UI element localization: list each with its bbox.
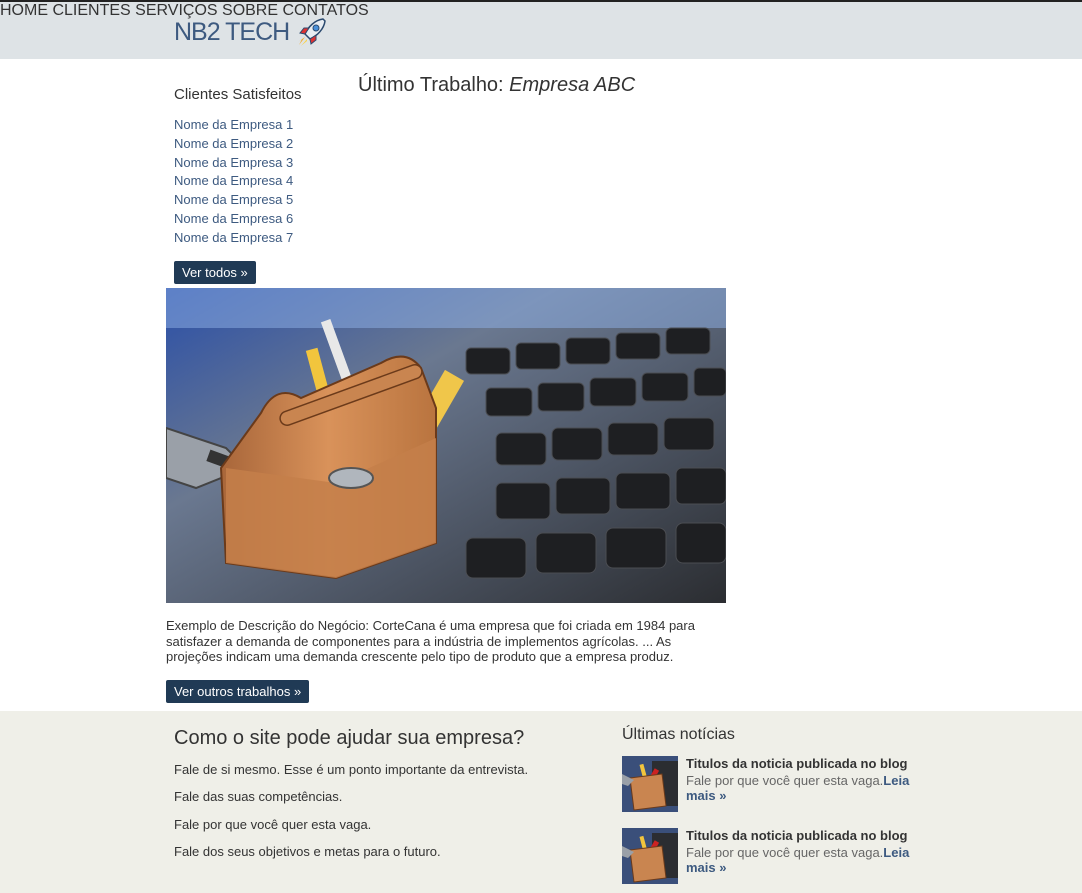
news-excerpt: Fale por que você quer esta vaga.Leia ma… bbox=[686, 773, 910, 803]
nav-home[interactable]: HOME bbox=[0, 2, 48, 19]
client-list: Nome da Empresa 1 Nome da Empresa 2 Nome… bbox=[174, 116, 293, 248]
nav-clientes[interactable]: CLIENTES bbox=[52, 2, 130, 19]
help-item: Fale dos seus objetivos e metas para o f… bbox=[174, 844, 441, 859]
news-thumbnail[interactable] bbox=[622, 828, 678, 884]
help-item: Fale por que você quer esta vaga. bbox=[174, 817, 372, 832]
client-link[interactable]: Nome da Empresa 4 bbox=[174, 172, 293, 191]
work-description: Exemplo de Descrição do Negócio: CorteCa… bbox=[166, 618, 695, 664]
news-excerpt-text: Fale por que você quer esta vaga. bbox=[686, 773, 884, 788]
toolbox-on-keyboard-image bbox=[166, 288, 726, 603]
client-link[interactable]: Nome da Empresa 7 bbox=[174, 229, 293, 248]
news-title: Últimas notícias bbox=[622, 726, 735, 743]
help-item: Fale das suas competências. bbox=[174, 789, 343, 804]
news-headline[interactable]: Titulos da noticia publicada no blog bbox=[686, 828, 908, 843]
latest-work-label: Último Trabalho: bbox=[358, 74, 510, 96]
client-link[interactable]: Nome da Empresa 5 bbox=[174, 191, 293, 210]
client-link[interactable]: Nome da Empresa 6 bbox=[174, 210, 293, 229]
main-nav: HOME CLIENTES SERVIÇOS SOBRE CONTATOS bbox=[0, 2, 1082, 20]
news-thumbnail[interactable] bbox=[622, 756, 678, 812]
latest-work-title: Último Trabalho: Empresa ABC bbox=[358, 74, 635, 97]
view-all-button[interactable]: Ver todos » bbox=[174, 261, 256, 284]
rocket-icon bbox=[295, 16, 329, 48]
brand-name: NB2 TECH bbox=[174, 17, 290, 46]
brand-logo[interactable]: NB2 TECH bbox=[174, 16, 329, 48]
more-works-button[interactable]: Ver outros trabalhos » bbox=[166, 680, 310, 703]
client-link[interactable]: Nome da Empresa 3 bbox=[174, 154, 293, 173]
news-headline[interactable]: Titulos da noticia publicada no blog bbox=[686, 756, 908, 771]
help-item: Fale de si mesmo. Esse é um ponto import… bbox=[174, 762, 529, 777]
sidebar-title: Clientes Satisfeitos bbox=[174, 86, 302, 103]
top-navbar: NB2 TECH HOME CLIENTES SERVIÇOS SOBRE CO… bbox=[0, 0, 1082, 59]
footer-section bbox=[0, 711, 1082, 893]
news-excerpt-text: Fale por que você quer esta vaga. bbox=[686, 845, 884, 860]
help-title: Como o site pode ajudar sua empresa? bbox=[174, 727, 525, 749]
news-excerpt: Fale por que você quer esta vaga.Leia ma… bbox=[686, 845, 910, 875]
client-link[interactable]: Nome da Empresa 2 bbox=[174, 135, 293, 154]
client-link[interactable]: Nome da Empresa 1 bbox=[174, 116, 293, 135]
latest-work-company: Empresa ABC bbox=[509, 74, 636, 96]
